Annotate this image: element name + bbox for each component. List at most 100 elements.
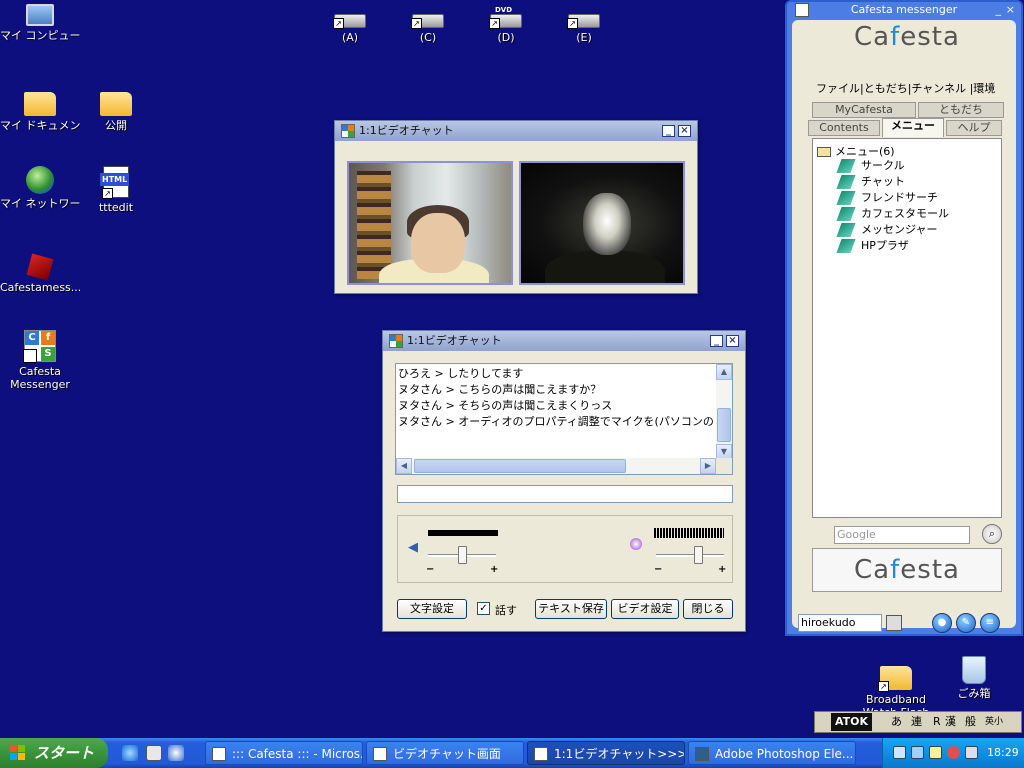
- font-settings-button[interactable]: 文字設定: [397, 599, 467, 619]
- media-quicklaunch-icon[interactable]: [168, 745, 184, 761]
- shield-tray-icon[interactable]: [947, 746, 960, 759]
- menu-bar[interactable]: ファイル|ともだち|チャンネル |環境: [816, 80, 995, 96]
- tree-item-cafesta-mall[interactable]: カフェスタモール: [836, 207, 949, 221]
- volume-tray-icon[interactable]: [965, 746, 978, 759]
- search-user-button[interactable]: ●: [932, 613, 952, 633]
- search-input[interactable]: Google: [834, 526, 970, 544]
- tab-mycafesta[interactable]: MyCafesta: [812, 102, 916, 118]
- ie-quicklaunch-icon[interactable]: [122, 745, 138, 761]
- minimize-button[interactable]: _: [996, 2, 1002, 18]
- start-label: スタート: [34, 744, 95, 762]
- desktop-icon-cafesta-messenger[interactable]: C f S ↗ Cafesta Messenger: [0, 330, 80, 391]
- network-tray-icon[interactable]: [911, 746, 924, 759]
- username-field[interactable]: hiroekudo: [798, 614, 882, 632]
- window-title: Cafesta messenger: [850, 3, 958, 16]
- save-text-button[interactable]: テキスト保存: [535, 599, 607, 619]
- vertical-scrollbar[interactable]: ▲ ▼: [716, 364, 732, 460]
- magnifier-icon: ⌕: [988, 527, 996, 540]
- drive-d-icon-item[interactable]: DVD ↗ (D): [466, 2, 546, 44]
- mic-volume-slider[interactable]: [694, 546, 704, 564]
- atok-mode-general[interactable]: 般: [965, 712, 976, 732]
- local-video-feed: [347, 161, 513, 285]
- atok-logo[interactable]: ATOK: [831, 713, 873, 731]
- desktop-icon-label: Cafestamess...: [0, 281, 80, 294]
- chat-log[interactable]: ひろえ > したりしてます ヌタさん > こちらの声は聞こえますか？ ヌタさん …: [395, 363, 733, 475]
- close-button[interactable]: ×: [678, 125, 691, 137]
- scroll-right-button[interactable]: ▶: [700, 458, 716, 474]
- tree-item-messenger[interactable]: メッセンジャー: [836, 223, 937, 237]
- scroll-left-button[interactable]: ◀: [396, 458, 412, 474]
- desktop-icon-tttedit[interactable]: HTML ↗ tttedit: [76, 166, 156, 214]
- atok-mode-romaji[interactable]: R: [933, 712, 941, 732]
- recycle-bin-icon: [962, 656, 986, 684]
- atok-mode-hiragana[interactable]: あ: [891, 712, 902, 732]
- horizontal-scrollbar[interactable]: ◀ ▶: [396, 458, 716, 474]
- desktop-icon-recycle-bin[interactable]: ごみ箱: [934, 656, 1014, 700]
- pencil-icon: [836, 223, 856, 237]
- title-bar[interactable]: Cafesta messenger _ ×: [787, 2, 1021, 18]
- minimize-button[interactable]: _: [662, 125, 675, 137]
- tree-root[interactable]: メニュー(6): [817, 143, 895, 159]
- task-cafesta-browser[interactable]: ::: Cafesta ::: - Micros...: [205, 741, 363, 765]
- window-title: 1:1ビデオチャット: [407, 334, 502, 347]
- tab-help[interactable]: ヘルプ: [946, 120, 1002, 136]
- settings-button[interactable]: ≡: [980, 613, 1000, 633]
- close-button[interactable]: ×: [726, 335, 739, 347]
- video-settings-button[interactable]: ビデオ設定: [611, 599, 679, 619]
- monitor-tray-icon[interactable]: [893, 746, 906, 759]
- tab-contents[interactable]: Contents: [808, 120, 880, 136]
- close-button[interactable]: ×: [1006, 2, 1015, 18]
- speaker-volume-minus: −: [426, 564, 435, 575]
- tree-item-chat[interactable]: チャット: [836, 175, 905, 189]
- shortcut-arrow-icon: ↗: [411, 18, 422, 29]
- drive-a-icon-item[interactable]: ↗ (A): [310, 2, 390, 44]
- vertical-scroll-thumb[interactable]: [717, 408, 731, 442]
- cafesta-app-icon: C f S ↗: [23, 330, 56, 363]
- chat-input[interactable]: [397, 485, 733, 503]
- task-photoshop[interactable]: Adobe Photoshop Ele...: [688, 741, 856, 765]
- edit-profile-button[interactable]: ✎: [956, 613, 976, 633]
- horizontal-scroll-thumb[interactable]: [414, 459, 626, 473]
- ie-icon: [212, 747, 226, 761]
- drive-e-icon-item[interactable]: ↗ (E): [544, 2, 624, 44]
- tab-menu[interactable]: メニュー: [882, 118, 944, 137]
- keyboard-icon[interactable]: [886, 615, 902, 631]
- hard-drive-icon: ↗: [411, 14, 444, 29]
- minimize-button[interactable]: _: [710, 335, 723, 347]
- tab-friends[interactable]: ともだち: [918, 102, 1004, 118]
- task-one-on-one-video-chat[interactable]: 1:1ビデオチャット>>>: [527, 741, 685, 765]
- close-chat-button[interactable]: 閉じる: [683, 599, 733, 619]
- app-tray-icon[interactable]: [929, 746, 942, 759]
- clock[interactable]: 18:29: [987, 738, 1019, 768]
- banner-logo: Cafesta: [854, 555, 960, 585]
- speaker-volume-slider[interactable]: [457, 546, 467, 564]
- desktop-icon-my-documents[interactable]: マイ ドキュメント: [0, 86, 80, 132]
- tree-item-friend-search[interactable]: フレンドサーチ: [836, 191, 938, 205]
- desktop-icon-my-computer[interactable]: マイ コンピュータ: [0, 4, 80, 42]
- cafesta-banner[interactable]: Cafesta: [812, 548, 1002, 592]
- drive-c-icon-item[interactable]: ↗ (C): [388, 2, 468, 44]
- scroll-up-button[interactable]: ▲: [716, 364, 732, 380]
- tree-item-label: カフェスタモール: [861, 207, 949, 220]
- task-video-chat-screen[interactable]: ビデオチャット画面: [366, 741, 524, 765]
- title-bar[interactable]: 1:1ビデオチャット _ ×: [383, 331, 745, 351]
- tree-item-circle[interactable]: サークル: [836, 159, 905, 173]
- logo-part: f: [890, 22, 901, 52]
- desktop-icon-cafestamess[interactable]: Cafestamess...: [0, 250, 80, 294]
- desktop-icon-label: マイ ドキュメント: [0, 119, 80, 132]
- person-face: [411, 213, 465, 273]
- speak-checkbox[interactable]: ✓: [477, 602, 490, 615]
- search-button[interactable]: ⌕: [982, 524, 1002, 544]
- atok-mode-ren[interactable]: 連: [911, 712, 922, 732]
- title-bar[interactable]: 1:1ビデオチャット _ ×: [335, 121, 697, 141]
- tree-item-hp-plaza[interactable]: HPプラザ: [836, 239, 909, 253]
- desktop-icon-my-network[interactable]: マイ ネットワーク: [0, 166, 80, 210]
- desktop-quicklaunch-icon[interactable]: [146, 745, 162, 761]
- start-button[interactable]: スタート: [0, 738, 108, 768]
- audio-controls: ◀ − + − +: [397, 515, 733, 583]
- mic-level-meter: [654, 528, 724, 538]
- atok-mode-eng-small[interactable]: 英小: [985, 712, 1003, 732]
- atok-mode-kanji[interactable]: 漢: [945, 712, 956, 732]
- desktop-icon-public[interactable]: 公開: [76, 86, 156, 132]
- task-label: Adobe Photoshop Ele...: [715, 747, 854, 761]
